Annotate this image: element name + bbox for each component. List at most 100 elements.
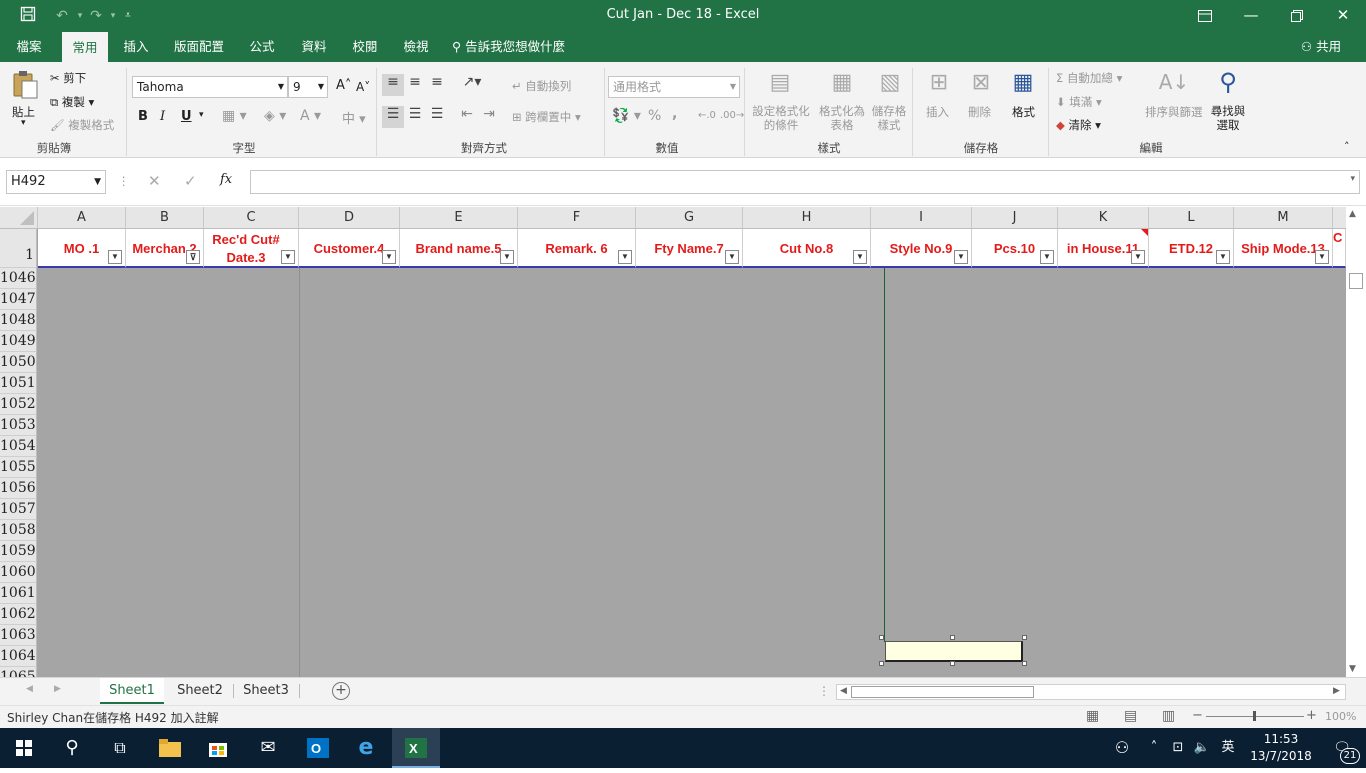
- collapse-ribbon-icon[interactable]: ˄: [1344, 140, 1350, 153]
- store-icon[interactable]: [194, 728, 242, 768]
- header-cell-fty-name[interactable]: Fty Name.7 ▼: [636, 229, 743, 268]
- share-button[interactable]: ⚇ 共用: [1296, 32, 1346, 62]
- column-header-d[interactable]: D: [299, 207, 400, 229]
- filter-dropdown-icon[interactable]: ▼: [500, 250, 514, 264]
- sheet-tab-sheet2[interactable]: Sheet2: [168, 678, 232, 704]
- row-header[interactable]: 1061: [0, 583, 37, 604]
- row-header[interactable]: 1062: [0, 604, 37, 625]
- fill-button[interactable]: ⬇ 填滿 ▾: [1056, 94, 1102, 110]
- resize-handle[interactable]: [879, 661, 884, 666]
- row-header[interactable]: 1050: [0, 352, 37, 373]
- conditional-format-button[interactable]: 設定格式化的條件: [750, 104, 812, 132]
- add-sheet-icon[interactable]: +: [332, 682, 350, 700]
- header-cell-ship-mode[interactable]: Ship Mode.13 ▼: [1234, 229, 1333, 268]
- tab-home[interactable]: 常用: [62, 32, 108, 62]
- tab-review[interactable]: 校閱: [345, 32, 385, 62]
- header-cell-customer[interactable]: Customer.4 ▼: [299, 229, 400, 268]
- shrink-font-button[interactable]: A˅: [356, 80, 370, 94]
- row-header[interactable]: 1064: [0, 646, 37, 667]
- sheet-tab-sheet3[interactable]: Sheet3: [234, 678, 298, 704]
- header-cell-brand-name[interactable]: Brand name.5 ▼: [400, 229, 518, 268]
- bold-button[interactable]: B: [138, 109, 148, 124]
- row-header[interactable]: 1063: [0, 625, 37, 646]
- number-format-select[interactable]: 通用格式 ▼: [608, 76, 740, 98]
- close-button[interactable]: ✕: [1320, 0, 1366, 32]
- network-icon[interactable]: ⊡: [1166, 728, 1190, 768]
- restore-button[interactable]: [1274, 0, 1320, 32]
- cell-styles-button[interactable]: 儲存格樣式: [868, 104, 910, 132]
- header-cell-in-house[interactable]: in House.11 ▼: [1058, 229, 1149, 268]
- merge-center-button[interactable]: ⊞ 跨欄置中 ▾: [512, 109, 581, 125]
- format-as-table-button[interactable]: 格式化為表格: [814, 104, 870, 132]
- delete-cells-icon[interactable]: ⊠: [966, 70, 996, 100]
- tab-formulas[interactable]: 公式: [242, 32, 282, 62]
- row-header[interactable]: 1055: [0, 457, 37, 478]
- clock-time[interactable]: 11:53: [1246, 732, 1316, 746]
- column-header-g[interactable]: G: [636, 207, 743, 229]
- grow-font-button[interactable]: A˄: [336, 78, 351, 93]
- header-cell-remark[interactable]: Remark. 6 ▼: [518, 229, 636, 268]
- input-language[interactable]: 英: [1216, 728, 1240, 768]
- autosum-button[interactable]: Σ 自動加總 ▾: [1056, 70, 1122, 86]
- percent-button[interactable]: %: [648, 108, 661, 124]
- scroll-down-icon[interactable]: ▼: [1349, 664, 1356, 674]
- mail-icon[interactable]: ✉: [244, 728, 292, 768]
- clock-date[interactable]: 13/7/2018: [1240, 749, 1322, 763]
- insert-cells-icon[interactable]: ⊞: [924, 70, 954, 100]
- filter-dropdown-icon[interactable]: ▼: [853, 250, 867, 264]
- row-header[interactable]: 1046: [0, 268, 37, 289]
- formula-input[interactable]: ▾: [250, 170, 1360, 194]
- column-header-h[interactable]: H: [743, 207, 871, 229]
- sort-filter-button[interactable]: 排序與篩選: [1145, 104, 1203, 120]
- paste-dropdown-icon[interactable]: ▾: [21, 118, 26, 128]
- prev-sheet-icon[interactable]: ◀: [26, 684, 33, 694]
- cut-button[interactable]: ✂ 剪下: [50, 70, 86, 86]
- italic-button[interactable]: I: [160, 109, 165, 124]
- align-bottom-icon[interactable]: ≡: [426, 74, 448, 96]
- row-header[interactable]: 1048: [0, 310, 37, 331]
- row-header[interactable]: 1052: [0, 394, 37, 415]
- zoom-slider[interactable]: [1206, 711, 1304, 721]
- confirm-entry-icon[interactable]: ✓: [184, 172, 197, 190]
- currency-icon[interactable]: 💱 ▾: [612, 108, 641, 124]
- align-center-icon[interactable]: ☰: [404, 106, 426, 128]
- header-cell-recd-cut-date[interactable]: Rec'd Cut# Date.3 ▼: [204, 229, 299, 268]
- insert-cells-button[interactable]: 插入: [926, 104, 949, 120]
- header-cell-pcs[interactable]: Pcs.10 ▼: [972, 229, 1058, 268]
- column-header-m[interactable]: M: [1234, 207, 1333, 229]
- font-color-icon[interactable]: A ▾: [300, 108, 321, 124]
- column-header-n[interactable]: [1333, 207, 1346, 229]
- filter-active-icon[interactable]: ⊽: [186, 250, 200, 264]
- select-all-corner[interactable]: [0, 207, 38, 229]
- column-header-f[interactable]: F: [518, 207, 636, 229]
- header-cell-style-no[interactable]: Style No.9 ▼: [871, 229, 972, 268]
- row-header[interactable]: 1053: [0, 415, 37, 436]
- filter-dropdown-icon[interactable]: ▼: [1131, 250, 1145, 264]
- ribbon-display-icon[interactable]: [1182, 0, 1228, 32]
- increase-indent-icon[interactable]: ⇥: [478, 106, 500, 128]
- resize-handle[interactable]: [950, 661, 955, 666]
- row-header[interactable]: 1047: [0, 289, 37, 310]
- comment-box[interactable]: [885, 641, 1023, 662]
- column-header-i[interactable]: I: [871, 207, 972, 229]
- people-icon[interactable]: ⚇: [1098, 728, 1146, 768]
- font-size-select[interactable]: 9 ▼: [288, 76, 328, 98]
- next-sheet-icon[interactable]: ▶: [54, 684, 61, 694]
- resize-handle[interactable]: [1022, 661, 1027, 666]
- filter-dropdown-icon[interactable]: ▼: [618, 250, 632, 264]
- task-view-icon[interactable]: ⧉: [96, 728, 144, 768]
- column-header-a[interactable]: A: [38, 207, 126, 229]
- header-cell-mo[interactable]: MO .1 ▼: [38, 229, 126, 268]
- format-as-table-icon[interactable]: ▦: [826, 70, 858, 100]
- page-break-view-icon[interactable]: ▥: [1162, 708, 1175, 724]
- format-cells-icon[interactable]: ▦: [1008, 70, 1038, 100]
- delete-cells-button[interactable]: 刪除: [968, 104, 991, 120]
- decrease-decimal-icon[interactable]: .00→: [720, 110, 744, 121]
- paste-icon[interactable]: [10, 70, 40, 100]
- filter-dropdown-icon[interactable]: ▼: [725, 250, 739, 264]
- decrease-indent-icon[interactable]: ⇤: [456, 106, 478, 128]
- search-icon[interactable]: ⚲: [48, 728, 96, 768]
- tab-split-handle[interactable]: ⋮: [818, 684, 830, 698]
- worksheet-grid[interactable]: A B C D E F G H I J K L M 1 MO .1 ▼ Merch…: [0, 207, 1346, 677]
- scroll-right-icon[interactable]: ▶: [1333, 686, 1340, 696]
